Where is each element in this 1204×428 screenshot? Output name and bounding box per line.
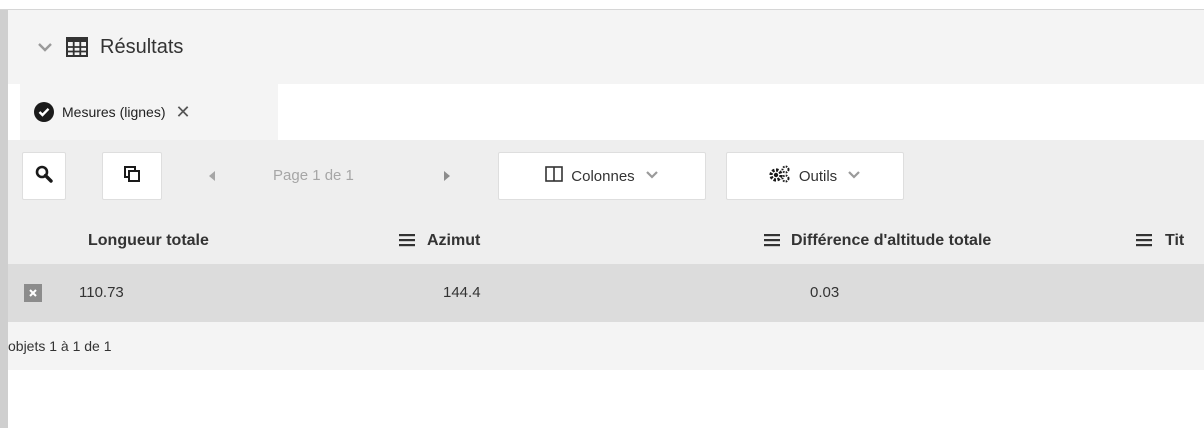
prev-page-icon[interactable] xyxy=(206,168,218,184)
column-header-difference-altitude[interactable]: Différence d'altitude totale xyxy=(791,232,991,250)
columns-button[interactable]: Colonnes xyxy=(498,152,706,200)
panel-title: Résultats xyxy=(100,35,184,58)
panel-left-border xyxy=(0,0,8,428)
table-grid-icon xyxy=(66,37,88,57)
cell-longueur: 110.73 xyxy=(79,284,124,301)
chevron-down-icon xyxy=(847,167,861,185)
pager-status: Page 1 de 1 xyxy=(273,167,354,184)
tools-label: Outils xyxy=(798,167,838,185)
table-footer: objets 1 à 1 de 1 xyxy=(8,322,1204,370)
copy-button[interactable] xyxy=(102,152,162,200)
gears-icon xyxy=(769,165,791,188)
column-menu-icon[interactable] xyxy=(763,232,781,248)
record-count: objets 1 à 1 de 1 xyxy=(8,338,112,354)
column-menu-icon[interactable] xyxy=(1135,232,1153,248)
cell-difference-altitude: 0.03 xyxy=(810,284,840,301)
close-icon[interactable]: ✕ xyxy=(175,103,190,121)
search-icon xyxy=(35,165,53,188)
search-button[interactable] xyxy=(22,152,66,200)
panel-top-border xyxy=(0,0,1204,10)
chevron-down-icon[interactable] xyxy=(36,38,54,56)
next-page-icon[interactable] xyxy=(441,168,453,184)
results-panel: Résultats Mesures (lignes) ✕ Page 1 de 1 xyxy=(0,0,1204,428)
panel-header[interactable]: Résultats xyxy=(8,10,1204,84)
column-header-longueur[interactable]: Longueur totale xyxy=(88,232,209,250)
column-header-row: Longueur totale Azimut Différence d'alti… xyxy=(8,220,1204,264)
tab-mesures-lignes[interactable]: Mesures (lignes) ✕ xyxy=(20,84,278,140)
column-menu-icon[interactable] xyxy=(398,232,416,248)
tab-label: Mesures (lignes) xyxy=(62,104,166,120)
cell-azimut: 144.4 xyxy=(443,284,481,301)
tab-bar: Mesures (lignes) ✕ xyxy=(8,84,1204,140)
check-circle-icon xyxy=(34,102,54,122)
columns-label: Colonnes xyxy=(571,167,635,185)
column-header-azimut[interactable]: Azimut xyxy=(427,232,480,250)
row-remove-icon[interactable] xyxy=(24,284,42,302)
column-header-titre[interactable]: Tit xyxy=(1165,232,1184,250)
columns-icon xyxy=(545,165,564,187)
tools-button[interactable]: Outils xyxy=(726,152,904,200)
table-row[interactable]: 110.73 144.4 0.03 xyxy=(8,264,1204,322)
chevron-down-icon xyxy=(645,167,659,185)
copy-icon xyxy=(124,165,140,187)
